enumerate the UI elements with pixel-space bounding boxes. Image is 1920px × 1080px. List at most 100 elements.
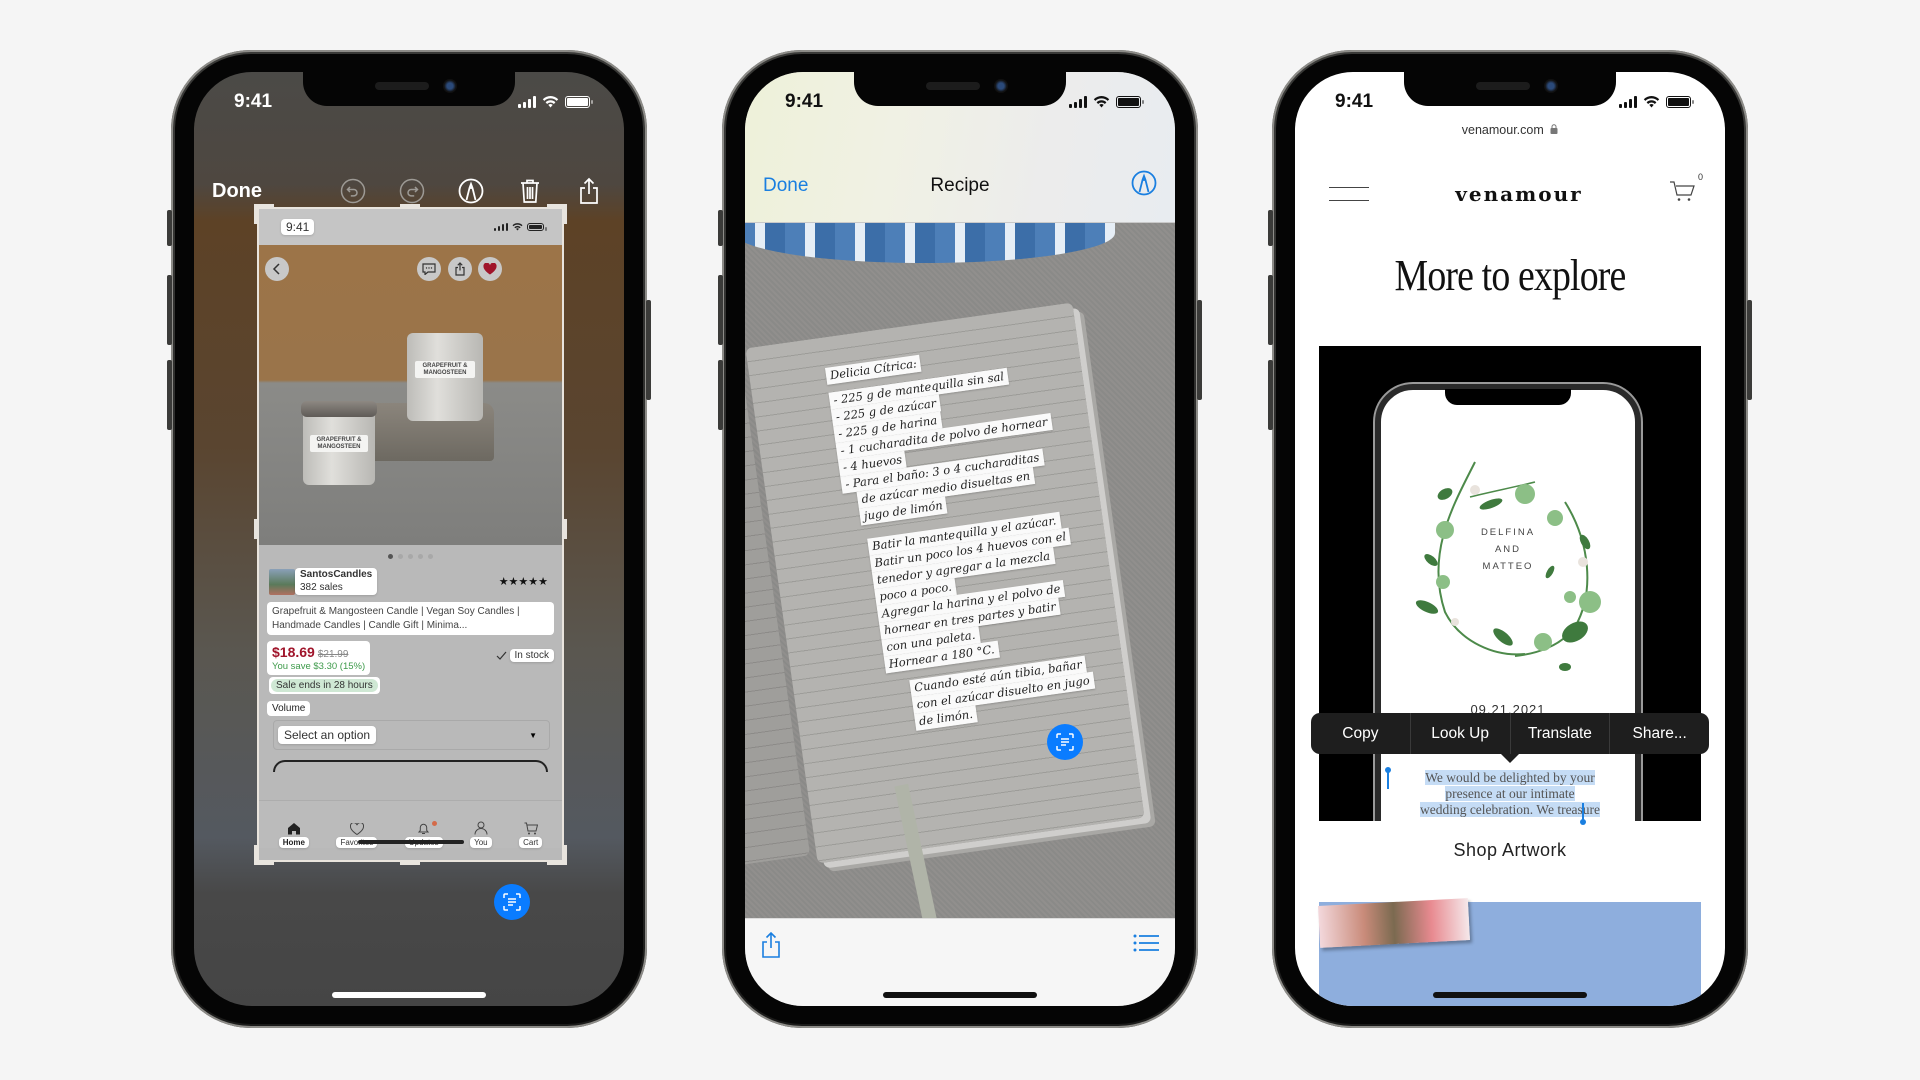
markup-toolbar: Done: [194, 176, 624, 206]
tab-favorites[interactable]: Favorites: [336, 823, 378, 848]
address-bar[interactable]: venamour.com: [1295, 123, 1725, 137]
cart-icon: [524, 822, 538, 835]
stock-status: In stock: [496, 649, 554, 662]
status-time: 9:41: [785, 91, 824, 112]
screen: 9:41 venamour.com venamour 0 More to exp…: [1295, 72, 1725, 1006]
list-button[interactable]: [1133, 933, 1159, 958]
live-text-button[interactable]: [494, 884, 530, 920]
url-text: venamour.com: [1461, 123, 1544, 137]
phone-recipe-live-text: 9:41 Done Recipe Delicia Cítrica: - 225 …: [718, 50, 1202, 1028]
share-icon: [455, 262, 465, 276]
tab-updates[interactable]: Updates: [404, 821, 443, 848]
share-button[interactable]: [448, 257, 472, 281]
live-text-icon: [503, 893, 521, 911]
site-logo[interactable]: venamour: [1455, 182, 1582, 206]
rating-stars: ★★★★★: [498, 576, 548, 588]
dropdown-arrow-icon: ▼: [529, 730, 537, 740]
volume-select[interactable]: Select an option ▼: [273, 720, 550, 750]
message-button[interactable]: [417, 257, 441, 281]
done-button[interactable]: Done: [763, 175, 808, 197]
undo-button[interactable]: [338, 176, 368, 206]
share-button[interactable]: [574, 176, 604, 206]
look-up-button[interactable]: Look Up: [1411, 713, 1511, 754]
screenshot-status-bar: 9:41: [259, 209, 562, 245]
chevron-left-icon: [272, 263, 280, 275]
redo-button[interactable]: [397, 176, 427, 206]
seller-name[interactable]: SantosCandles: [300, 569, 372, 582]
tab-you[interactable]: You: [470, 821, 492, 848]
phone-safari-web: 9:41 venamour.com venamour 0 More to exp…: [1268, 50, 1752, 1028]
cart-icon: [1670, 181, 1695, 201]
seller-sales: 382 sales: [300, 581, 343, 593]
candle-jar: GRAPEFRUIT & MANGOSTEEN: [301, 401, 377, 485]
favorite-button[interactable]: [478, 257, 502, 281]
side-button: [646, 300, 651, 400]
battery-icon: [1666, 96, 1694, 108]
markup-button[interactable]: [1131, 170, 1157, 202]
done-button[interactable]: Done: [212, 180, 309, 203]
delete-button[interactable]: [515, 176, 545, 206]
notch: [303, 72, 515, 106]
back-button[interactable]: [265, 257, 289, 281]
message-icon: [422, 263, 436, 275]
screen: 9:41 Done Recipe Delicia Cítrica: - 225 …: [745, 72, 1175, 1006]
tab-home[interactable]: Home: [278, 822, 309, 848]
selection-start-handle[interactable]: [1385, 767, 1391, 789]
tab-cart[interactable]: Cart: [519, 822, 543, 848]
carousel-dots: [259, 554, 562, 559]
page-title: Recipe: [930, 175, 990, 196]
recognized-text[interactable]: Delicia Cítrica: - 225 g de mantequilla …: [825, 329, 1154, 736]
copy-button[interactable]: Copy: [1311, 713, 1411, 754]
list-icon: [1133, 934, 1159, 952]
battery-icon: [1116, 96, 1144, 108]
section-heading: More to explore: [1394, 251, 1627, 300]
shop-artwork-link[interactable]: Shop Artwork: [1295, 840, 1725, 861]
share-button[interactable]: Share...: [1610, 713, 1709, 754]
home-indicator: [1433, 992, 1587, 998]
screen: 9:41 Done 9:41 GRAPEFRUIT & MANGOSTEEN G…: [194, 72, 624, 1006]
crop-handle-right[interactable]: [562, 519, 567, 539]
markup-button[interactable]: [456, 176, 486, 206]
original-price: $21.99: [317, 649, 349, 660]
crop-handle-bottom[interactable]: [400, 860, 420, 865]
volume-label: Volume: [267, 701, 311, 716]
price-block: $18.69 $21.99 You save $3.30 (15%): [267, 641, 371, 675]
battery-icon: [565, 96, 593, 108]
markup-pen-icon: [1131, 170, 1157, 196]
home-indicator: [883, 992, 1037, 998]
volume-up-button: [167, 275, 172, 345]
candle-label: GRAPEFRUIT & MANGOSTEEN: [310, 435, 368, 453]
savings-text: You save $3.30 (15%): [272, 661, 366, 672]
cart-button[interactable]: 0: [1669, 172, 1703, 207]
screenshot-preview[interactable]: 9:41 GRAPEFRUIT & MANGOSTEEN GRAPEFRUIT …: [254, 204, 567, 865]
share-button[interactable]: [760, 931, 782, 964]
hamburger-menu-icon[interactable]: [1329, 186, 1369, 201]
wifi-icon: [1643, 96, 1660, 108]
cart-count: 0: [1697, 172, 1703, 182]
artwork-image-2[interactable]: [1318, 898, 1701, 1006]
share-icon: [762, 931, 780, 958]
tab-bar: Home Favorites Updates You Cart: [259, 800, 562, 848]
battery-icon: [527, 223, 547, 231]
heart-filled-icon: [483, 263, 497, 275]
cellular-signal-icon: [518, 96, 536, 108]
wifi-icon: [1093, 96, 1110, 108]
selected-text[interactable]: We would be delighted by your presence a…: [1295, 770, 1725, 818]
lock-icon: [1550, 124, 1558, 134]
sale-badge: Sale ends in 28 hours: [269, 677, 380, 694]
share-icon: [580, 177, 598, 204]
cellular-signal-icon: [1619, 96, 1637, 108]
translate-button[interactable]: Translate: [1511, 713, 1611, 754]
status-time: 9:41: [1335, 91, 1374, 112]
seller-avatar: [269, 568, 295, 595]
live-text-button[interactable]: [1047, 724, 1083, 760]
text-selection-menu: Copy Look Up Translate Share...: [1311, 713, 1709, 763]
product-title: Grapefruit & Mangosteen Candle | Vegan S…: [267, 602, 554, 635]
seller-row: SantosCandles 382 sales ★★★★★: [269, 568, 562, 595]
candle-label: GRAPEFRUIT & MANGOSTEEN: [414, 361, 476, 379]
home-indicator: [357, 840, 464, 844]
undo-icon: [340, 178, 366, 204]
redo-icon: [399, 178, 425, 204]
add-to-cart-button-partial[interactable]: [273, 760, 548, 772]
selection-end-handle[interactable]: [1580, 803, 1586, 825]
